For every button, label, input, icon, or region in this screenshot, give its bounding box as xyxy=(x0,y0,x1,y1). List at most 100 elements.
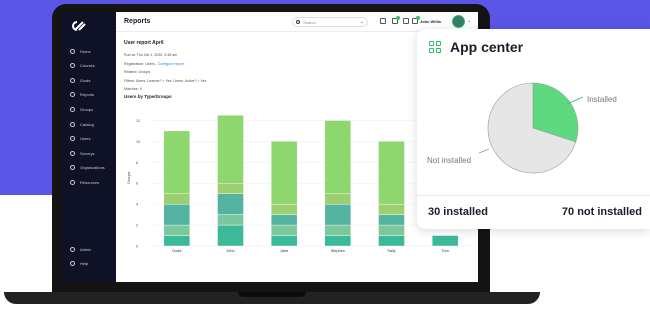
avatar[interactable] xyxy=(452,15,465,28)
x-tick-label: Jane xyxy=(280,249,288,253)
search-placeholder: Search xyxy=(303,19,316,25)
sidebar-item-label: Admin xyxy=(80,246,92,252)
installed-leader-line xyxy=(566,96,584,105)
x-tick-label: Dodd xyxy=(172,249,181,253)
bar-segment xyxy=(163,193,191,205)
pie-chart xyxy=(478,82,584,174)
y-tick-label: 10 xyxy=(136,140,140,144)
sidebar-item-label: Organizations xyxy=(80,165,105,171)
resources-icon xyxy=(70,179,75,185)
sidebar-item-users[interactable]: Users xyxy=(70,134,114,144)
y-tick-label: 6 xyxy=(136,182,138,186)
chart-title: Users by Type/Groups xyxy=(124,94,172,99)
help-icon xyxy=(70,260,75,266)
sidebar-item-courses[interactable]: Courses xyxy=(70,61,114,71)
users-icon xyxy=(70,136,75,142)
installed-label: Installed xyxy=(587,95,617,104)
x-tick-label: Sally xyxy=(387,249,395,253)
bar-segment xyxy=(324,224,352,236)
y-tick-label: 2 xyxy=(136,224,138,228)
y-tick-label: 0 xyxy=(136,245,138,249)
sidebar-item-admin[interactable]: Admin xyxy=(70,244,114,254)
y-tick-label: 4 xyxy=(136,203,138,207)
bar-segment xyxy=(217,214,244,226)
bar-segment xyxy=(217,115,244,184)
bar-segment xyxy=(378,235,405,247)
sidebar-item-label: Goals xyxy=(80,77,91,83)
sidebar-item-label: Resources xyxy=(80,179,100,185)
sidebar-item-groups[interactable]: Groups xyxy=(70,104,114,114)
bar-segment xyxy=(324,193,352,205)
sidebar-item-label: Catalog xyxy=(80,121,94,127)
y-tick-label: 12 xyxy=(136,119,140,123)
laptop-notch xyxy=(238,292,306,297)
sidebar-item-reports[interactable]: Reports xyxy=(70,90,114,100)
bar-segment xyxy=(270,235,298,247)
groups-icon xyxy=(70,106,75,112)
y-tick-label: 8 xyxy=(136,161,138,165)
bar-segment xyxy=(163,224,191,236)
bar-segment xyxy=(217,193,244,215)
bar-segment xyxy=(163,203,191,226)
sidebar-item-resources[interactable]: Resources xyxy=(70,177,114,187)
notification-badge xyxy=(396,16,400,20)
registration-text: Registration: Users - xyxy=(124,61,158,66)
sidebar-item-home[interactable]: Home xyxy=(70,46,114,56)
search-input[interactable]: Search ⌄ xyxy=(292,17,368,27)
bar-segment xyxy=(270,203,298,215)
not-installed-count: 70 not installed xyxy=(561,206,642,218)
configure-report-link[interactable]: Configure report xyxy=(158,62,184,66)
bar-segment xyxy=(163,235,191,247)
home-icon xyxy=(70,48,75,54)
sidebar-item-organizations[interactable]: Organizations xyxy=(70,163,114,173)
catalog-icon xyxy=(70,121,75,127)
sidebar-item-goals[interactable]: Goals xyxy=(70,75,114,85)
app-center-card: App center Installed Not installed 30 in… xyxy=(417,29,650,229)
sidebar-item-help[interactable]: Help xyxy=(70,258,114,268)
chevron-down-icon[interactable]: ⌄ xyxy=(467,18,471,24)
calendar-icon[interactable] xyxy=(403,18,409,24)
brand-logo-icon[interactable] xyxy=(69,20,87,32)
sidebar-item-label: Surveys xyxy=(80,150,95,156)
mail-icon[interactable] xyxy=(380,18,386,24)
bar-segment xyxy=(217,224,244,247)
organizations-icon xyxy=(70,165,75,171)
laptop-screen: Home Courses Goals Reports Groups Catalog User… xyxy=(62,12,478,282)
sidebar: Home Courses Goals Reports Groups Catalog User… xyxy=(62,12,116,282)
bar-segment xyxy=(163,130,191,194)
sidebar-item-label: Groups xyxy=(80,106,94,112)
chevron-down-icon: ⌄ xyxy=(359,19,364,25)
apps-icon xyxy=(429,41,441,53)
sidebar-item-label: Reports xyxy=(80,92,95,98)
sidebar-item-label: Help xyxy=(80,260,89,266)
user-name[interactable]: John Willis xyxy=(420,19,441,24)
bar-segment xyxy=(378,203,405,215)
card-divider xyxy=(417,195,650,196)
x-tick-label: John xyxy=(226,249,234,253)
x-tick-label: Tom xyxy=(442,249,449,253)
bar-segment xyxy=(378,214,405,226)
not-installed-leader-line xyxy=(478,148,490,154)
bar-segment xyxy=(378,141,405,205)
surveys-icon xyxy=(70,150,75,156)
goals-icon xyxy=(70,77,75,83)
admin-icon xyxy=(70,246,75,252)
sidebar-item-label: Courses xyxy=(80,63,95,69)
sidebar-item-catalog[interactable]: Catalog xyxy=(70,119,114,129)
app-center-title: App center xyxy=(450,39,524,55)
x-tick-label: Stephen xyxy=(331,249,345,253)
notification-icon[interactable] xyxy=(392,16,400,24)
search-icon xyxy=(296,20,300,24)
page-title: Reports xyxy=(124,18,151,25)
cart-icon[interactable] xyxy=(412,16,420,24)
sidebar-item-label: Users xyxy=(80,136,91,142)
not-installed-label: Not installed xyxy=(427,156,472,165)
sidebar-item-surveys[interactable]: Surveys xyxy=(70,148,114,158)
bar-segment xyxy=(270,214,298,226)
bar-segment xyxy=(324,120,352,194)
bar-segment xyxy=(431,235,459,247)
courses-icon xyxy=(70,63,75,69)
bar-segment xyxy=(270,224,298,236)
installed-count: 30 installed xyxy=(428,206,488,218)
reports-icon xyxy=(70,92,75,98)
